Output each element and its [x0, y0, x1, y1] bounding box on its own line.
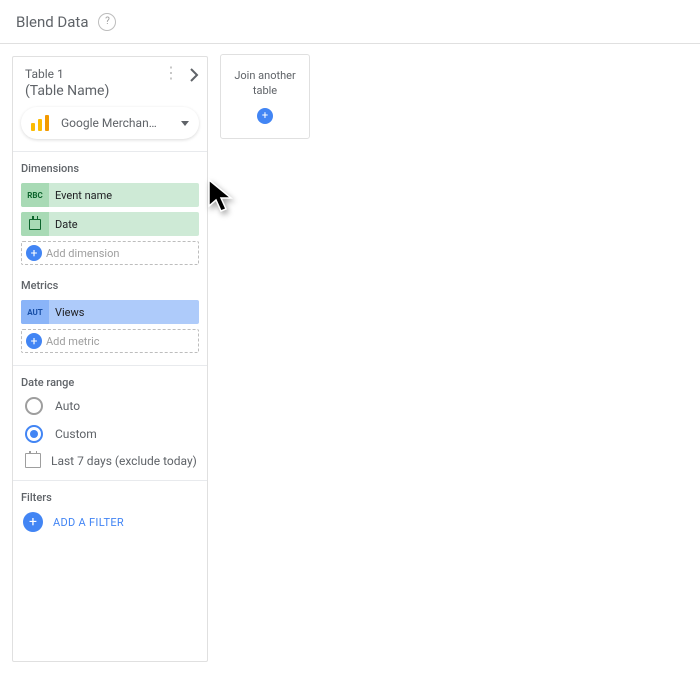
filters-section: Filters + ADD A FILTER	[13, 481, 207, 661]
date-range-value[interactable]: Last 7 days (exclude today)	[25, 453, 199, 468]
plus-icon: +	[23, 512, 43, 532]
type-badge: AUT	[21, 300, 49, 324]
join-label: Join another table	[221, 69, 309, 98]
add-filter-label: ADD A FILTER	[53, 516, 124, 529]
calendar-icon	[29, 219, 41, 230]
cursor-icon	[206, 178, 240, 220]
metrics-title: Metrics	[21, 279, 199, 292]
help-icon[interactable]: ?	[98, 13, 116, 31]
page-header: Blend Data ?	[0, 0, 700, 44]
date-range-text: Last 7 days (exclude today)	[51, 454, 197, 468]
table-name[interactable]: (Table Name)	[25, 83, 195, 99]
chevron-right-icon[interactable]	[189, 67, 199, 86]
add-filter-button[interactable]: + ADD A FILTER	[23, 512, 199, 532]
analytics-icon	[31, 115, 53, 131]
plus-icon: +	[257, 108, 273, 124]
date-range-title: Date range	[21, 376, 199, 389]
add-metric-button[interactable]: + Add metric	[21, 329, 199, 353]
calendar-icon	[25, 453, 41, 468]
dimension-chip[interactable]: RBC Event name	[21, 183, 199, 207]
datasource-select[interactable]: Google Merchan…	[21, 107, 199, 139]
dimension-label: Date	[49, 218, 78, 231]
chevron-down-icon	[181, 121, 189, 126]
metric-chip[interactable]: AUT Views	[21, 300, 199, 324]
dimension-label: Event name	[49, 189, 112, 202]
join-another-table-button[interactable]: Join another table +	[220, 54, 310, 139]
plus-icon: +	[26, 333, 42, 349]
kebab-icon[interactable]: ⋮	[163, 67, 179, 79]
datasource-label: Google Merchan…	[61, 116, 173, 130]
radio-off-icon	[25, 397, 43, 415]
add-dimension-label: Add dimension	[46, 247, 119, 260]
date-range-auto[interactable]: Auto	[25, 397, 199, 415]
blend-canvas: Table 1 (Table Name) ⋮ Google Merchan… D…	[0, 44, 700, 76]
dimensions-title: Dimensions	[21, 162, 199, 175]
date-range-section: Date range Auto Custom Last 7 days (excl…	[13, 366, 207, 480]
auto-label: Auto	[55, 399, 80, 413]
dimension-chip[interactable]: Date	[21, 212, 199, 236]
custom-label: Custom	[55, 427, 97, 441]
dimensions-section: Dimensions RBC Event name Date + Add dim…	[13, 152, 207, 365]
type-badge	[21, 212, 49, 236]
radio-on-icon	[25, 425, 43, 443]
filters-title: Filters	[21, 491, 199, 504]
add-dimension-button[interactable]: + Add dimension	[21, 241, 199, 265]
add-metric-label: Add metric	[46, 335, 100, 348]
date-range-custom[interactable]: Custom	[25, 425, 199, 443]
metric-label: Views	[49, 306, 84, 319]
table-header: Table 1 (Table Name) ⋮	[13, 57, 207, 105]
table-panel: Table 1 (Table Name) ⋮ Google Merchan… D…	[12, 56, 208, 662]
type-badge: RBC	[21, 183, 49, 207]
plus-icon: +	[26, 245, 42, 261]
page-title: Blend Data	[16, 13, 88, 31]
